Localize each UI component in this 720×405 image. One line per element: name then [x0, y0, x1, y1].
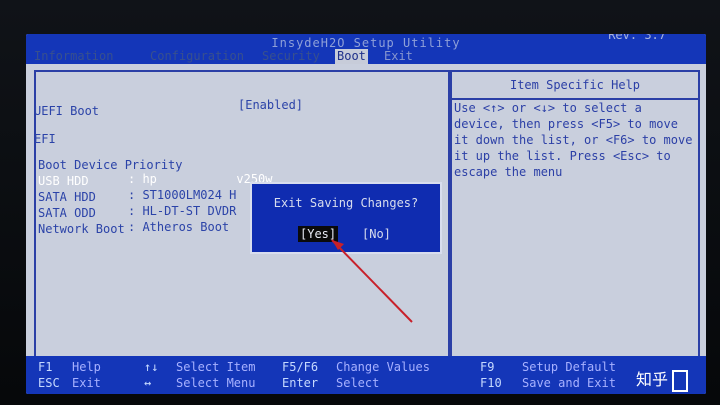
footer-help: Help — [72, 360, 101, 374]
footer-change-values: Change Values — [336, 360, 430, 374]
footer-esc-key: ESC — [38, 376, 60, 390]
boot-priority-label: Boot Device Priority — [38, 158, 183, 172]
item-specific-help-panel: Item Specific Help Use <↑> or <↓> to sel… — [450, 70, 700, 360]
bios-revision: Rev. 3.7 — [608, 34, 666, 42]
footer-updown-key: ↑↓ — [144, 360, 159, 374]
uefi-boot-label: UEFI Boot — [34, 104, 100, 118]
footer-f5f6-key: F5/F6 — [282, 360, 319, 374]
device-usb-hdd-name[interactable]: USB HDD — [38, 174, 89, 188]
footer-f9-key: F9 — [480, 360, 495, 374]
footer-leftright-key: ↔ — [144, 376, 152, 390]
footer-select: Select — [336, 376, 380, 390]
device-network-boot-value[interactable]: : Atheros Boot — [128, 220, 229, 234]
no-button[interactable]: [No] — [360, 226, 393, 242]
bios-title: InsydeH2O Setup Utility — [271, 36, 461, 50]
device-sata-hdd-value[interactable]: : ST1000LM024 H — [128, 188, 236, 202]
footer-save-exit: Save and Exit — [522, 376, 616, 390]
menu-exit[interactable]: Exit — [384, 49, 413, 64]
footer-exit: Exit — [72, 376, 101, 390]
watermark-text: 知乎 — [636, 370, 669, 389]
efi-label: EFI — [34, 132, 56, 146]
yes-button[interactable]: [Yes] — [298, 226, 339, 242]
footer-f1-key: F1 — [38, 360, 53, 374]
uefi-boot-value[interactable]: [Enabled] — [238, 98, 303, 112]
device-sata-odd-value[interactable]: : HL-DT-ST DVDR — [128, 204, 236, 218]
footer-select-item: Select Item — [176, 360, 256, 374]
device-network-boot-name[interactable]: Network Boot — [38, 222, 125, 236]
menu-information[interactable]: Information — [34, 49, 113, 64]
menu-security[interactable]: Security — [262, 49, 320, 64]
zhihu-watermark: 知乎 — [636, 366, 689, 392]
help-header: Item Specific Help — [452, 72, 698, 100]
device-sata-hdd-name[interactable]: SATA HDD — [38, 190, 96, 204]
dialog-title: Exit Saving Changes? — [273, 196, 419, 210]
bios-menubar: Information Configuration Security Boot … — [26, 49, 706, 64]
footer-select-menu: Select Menu — [176, 376, 256, 390]
menu-configuration[interactable]: Configuration — [150, 49, 244, 64]
menu-boot[interactable]: Boot — [335, 49, 368, 64]
bios-topbar: InsydeH2O Setup Utility Rev. 3.7 Informa… — [26, 34, 706, 64]
bios-footer: F1 Help ESC Exit ↑↓ Select Item ↔ Select… — [26, 356, 706, 394]
footer-enter-key: Enter — [282, 376, 319, 390]
watermark-logo-icon — [672, 369, 689, 392]
bios-screen: InsydeH2O Setup Utility Rev. 3.7 Informa… — [26, 34, 706, 394]
device-sata-odd-name[interactable]: SATA ODD — [38, 206, 96, 220]
help-text: Use <↑> or <↓> to select a device, then … — [454, 101, 693, 179]
footer-f10-key: F10 — [480, 376, 502, 390]
footer-setup-default: Setup Default — [522, 360, 616, 374]
exit-saving-dialog: Exit Saving Changes? [Yes] [No] — [250, 182, 442, 254]
